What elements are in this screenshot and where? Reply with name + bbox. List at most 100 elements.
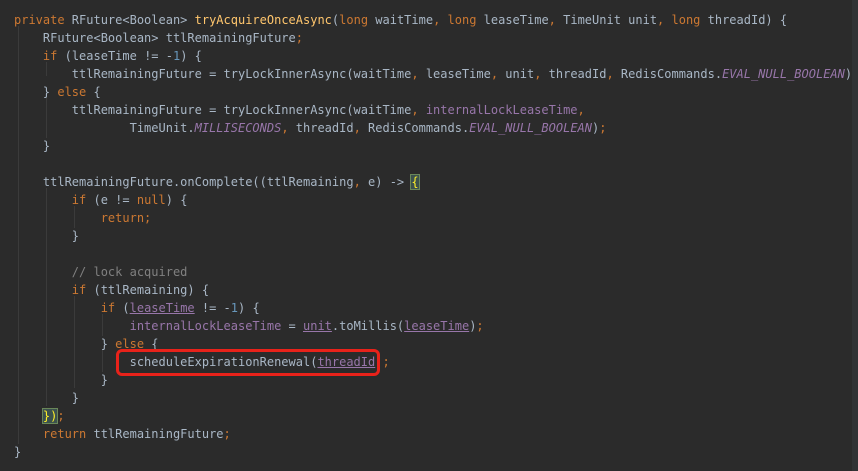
code-line[interactable]: ttlRemainingFuture.onComplete((ttlRemain… — [14, 173, 420, 191]
annotation-highlight-box — [116, 349, 380, 376]
code-token: private — [14, 13, 72, 27]
code-token: RedisCommands. — [620, 67, 723, 81]
code-line[interactable]: internalLockLeaseTime = unit.toMillis(le… — [14, 317, 484, 335]
code-token: ) { — [180, 49, 202, 63]
code-line[interactable]: if (leaseTime != -1) { — [14, 47, 202, 65]
code-token: RedisCommands. — [368, 121, 470, 135]
code-token: ttlRemainingFuture.onComplete((ttlRemain… — [14, 175, 354, 189]
code-line[interactable]: } — [14, 371, 108, 389]
code-line[interactable]: } — [14, 443, 21, 461]
code-token: } — [14, 85, 58, 99]
code-token: if — [71, 283, 94, 297]
code-token: } — [14, 391, 80, 405]
code-line[interactable]: }); — [14, 407, 65, 425]
code-token: null — [136, 193, 166, 207]
code-token: , — [490, 67, 506, 81]
code-token: threadId) { — [707, 13, 788, 27]
code-token: .toMillis( — [331, 319, 405, 333]
code-token: leaseTime — [129, 301, 195, 315]
code-token: MILLISECONDS — [194, 121, 282, 135]
code-token: threadId — [548, 67, 607, 81]
code-token: long — [447, 13, 484, 27]
code-token: ) { — [238, 301, 260, 315]
code-line[interactable]: TimeUnit.MILLISECONDS, threadId, RedisCo… — [14, 119, 607, 137]
code-token: long — [339, 13, 376, 27]
code-token: ttlRemainingFuture = tryLockInnerAsync(w… — [14, 103, 412, 117]
code-line[interactable]: } — [14, 389, 79, 407]
code-token: ) { — [165, 193, 188, 207]
code-token: } — [14, 445, 22, 459]
code-line[interactable]: } — [14, 137, 50, 155]
code-line[interactable]: ttlRemainingFuture = tryLockInnerAsync(w… — [14, 101, 585, 119]
code-token: != - — [194, 301, 231, 315]
code-line[interactable]: } — [14, 227, 79, 245]
code-token: unit — [303, 319, 332, 333]
code-token: leaseTime — [404, 319, 470, 333]
code-token: ttlRemainingFuture = tryLockInnerAsync(w… — [14, 67, 412, 81]
code-token: internalLockLeaseTime — [129, 319, 282, 333]
code-token: tryAcquireOnceAsync — [194, 13, 332, 27]
code-token: , — [411, 103, 426, 117]
vertical-scrollbar[interactable] — [852, 0, 858, 471]
code-token: , — [577, 103, 585, 117]
code-token: { — [410, 174, 420, 190]
code-token: , — [657, 13, 672, 27]
code-token: (leaseTime != - — [64, 49, 173, 63]
code-line[interactable]: private RFuture<Boolean> tryAcquireOnceA… — [14, 11, 787, 29]
code-token: } — [14, 373, 108, 387]
code-token: } — [14, 229, 80, 243]
code-line[interactable]: ttlRemainingFuture = tryLockInnerAsync(w… — [14, 65, 858, 83]
code-token: leaseTime — [425, 67, 491, 81]
code-token: ( — [122, 301, 130, 315]
code-token: , — [353, 175, 369, 189]
code-token: return; — [100, 211, 152, 225]
code-token: leaseTime — [483, 13, 549, 27]
code-token: ; — [295, 31, 303, 45]
code-token: , — [411, 67, 426, 81]
code-token: (e != — [93, 193, 137, 207]
code-token: , — [606, 67, 621, 81]
code-token: , — [433, 13, 448, 27]
code-token: ; — [223, 427, 231, 441]
code-token: ; — [57, 409, 65, 423]
code-token: } — [14, 139, 51, 153]
code-token: if — [42, 49, 65, 63]
code-token: , — [548, 13, 564, 27]
code-token: ttlRemainingFuture — [93, 427, 224, 441]
code-line[interactable]: if (e != null) { — [14, 191, 188, 209]
code-token: waitTime — [375, 13, 434, 27]
code-token: , — [353, 121, 369, 135]
code-token: else — [57, 85, 94, 99]
code-token: EVAL_NULL_BOOLEAN — [722, 67, 845, 81]
code-token: EVAL_NULL_BOOLEAN — [469, 121, 593, 135]
code-token: ; — [599, 121, 607, 135]
code-token: threadId — [295, 121, 354, 135]
code-token: RFuture<Boolean> — [71, 13, 195, 27]
code-line[interactable]: return ttlRemainingFuture; — [14, 425, 231, 443]
code-token: , — [534, 67, 549, 81]
code-token: TimeUnit. — [14, 121, 195, 135]
code-token: } — [14, 337, 116, 351]
code-token: // lock acquired — [71, 265, 188, 279]
code-line[interactable]: } else { — [14, 83, 101, 101]
code-token: if — [71, 193, 94, 207]
code-token: , — [281, 121, 296, 135]
code-line[interactable]: if (ttlRemaining) { — [14, 281, 209, 299]
code-line[interactable]: RFuture<Boolean> ttlRemainingFuture; — [14, 29, 303, 47]
code-token: (ttlRemaining) { — [93, 283, 210, 297]
code-editor[interactable]: private RFuture<Boolean> tryAcquireOnceA… — [0, 0, 858, 471]
code-token: unit — [505, 67, 535, 81]
code-token: TimeUnit unit — [563, 13, 658, 27]
code-token: ; — [382, 355, 390, 369]
code-line[interactable]: return; — [14, 209, 152, 227]
code-line[interactable]: // lock acquired — [14, 263, 188, 281]
code-line[interactable]: if (leaseTime != -1) { — [14, 299, 260, 317]
